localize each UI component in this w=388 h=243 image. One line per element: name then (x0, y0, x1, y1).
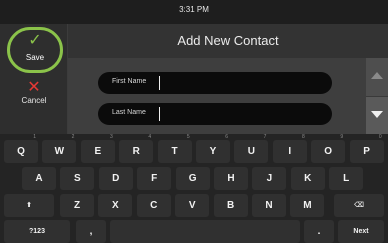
key-e-label: E (94, 146, 102, 157)
comma-key-label: , (89, 226, 93, 237)
checkmark-icon: ✓ (28, 32, 42, 49)
key-w-hint: 2 (71, 134, 75, 140)
key-i-hint: 8 (302, 134, 305, 140)
key-t-hint: 5 (186, 134, 190, 140)
key-a[interactable]: A (22, 167, 56, 190)
key-a-label: A (35, 173, 43, 184)
key-u[interactable]: U7 (234, 134, 269, 163)
key-n-label: N (265, 200, 273, 211)
key-e-hint: 3 (110, 134, 113, 140)
key-b[interactable]: B (213, 194, 248, 217)
key-y[interactable]: Y6 (196, 134, 230, 163)
key-u-label: U (247, 146, 255, 157)
first-name-label: First Name (112, 78, 147, 85)
key-n[interactable]: N (252, 194, 286, 217)
key-s-label: S (74, 173, 81, 184)
key-x-label: X (112, 200, 119, 211)
key-c[interactable]: C (136, 194, 171, 217)
key-o-hint: 9 (340, 134, 344, 140)
key-q[interactable]: Q1 (4, 134, 38, 163)
status-bar: 3:31 PM (0, 0, 388, 24)
arrow-down-icon (371, 111, 383, 118)
key-m[interactable]: M (290, 194, 325, 217)
key-w[interactable]: W2 (42, 134, 77, 163)
arrow-up-icon (371, 72, 383, 79)
key-y-label: Y (209, 146, 217, 157)
scroll-up-button[interactable] (366, 58, 388, 96)
text-cursor (159, 76, 160, 90)
page-title: Add New Contact (177, 33, 279, 48)
key-r-label: R (132, 146, 140, 157)
status-time: 3:31 PM (179, 5, 209, 14)
key-r[interactable]: R4 (119, 134, 154, 163)
on-screen-keyboard: Q 1 W 2 E 3 R 4 T 5 Y 6 U 7 I 8 O 9 P 0 A S D F G H J K L ⬆ Z X C V B N M ⌫ ?1… (0, 134, 388, 243)
key-v-label: V (188, 200, 196, 211)
symbols-key-label: ?123 (29, 228, 45, 235)
key-h[interactable]: H (214, 167, 248, 190)
save-label: Save (25, 53, 45, 62)
key-j[interactable]: J (252, 167, 287, 190)
next-key[interactable]: Next (338, 220, 384, 243)
next-key-label: Next (353, 228, 369, 235)
key-e[interactable]: E3 (80, 134, 115, 163)
key-h-label: H (227, 173, 235, 184)
text-cursor (159, 107, 160, 121)
key-b-label: B (226, 200, 235, 211)
key-z[interactable]: Z (60, 194, 94, 217)
key-o[interactable]: O9 (311, 134, 346, 163)
key-l-label: L (343, 173, 350, 184)
key-c-label: C (150, 200, 158, 211)
key-i-label: I (288, 146, 292, 157)
form-scrollbar (366, 58, 388, 134)
backspace-key-label: ⌫ (354, 202, 364, 209)
key-v[interactable]: V (175, 194, 210, 217)
key-g-label: G (188, 173, 197, 184)
key-d-label: D (112, 173, 120, 184)
key-f[interactable]: F (137, 167, 172, 190)
key-o-label: O (324, 146, 333, 157)
cancel-label: Cancel (21, 96, 47, 105)
backspace-key[interactable]: ⌫ (334, 194, 384, 217)
scroll-down-button[interactable] (366, 96, 388, 134)
key-j-label: J (266, 173, 273, 184)
close-icon: ✕ (27, 79, 41, 96)
key-q-hint: 1 (33, 134, 36, 140)
key-p-hint: 0 (378, 134, 382, 140)
key-t-label: T (171, 146, 178, 157)
shift-key[interactable]: ⬆ (4, 194, 54, 217)
key-i[interactable]: I8 (272, 134, 307, 163)
last-name-label: Last Name (112, 109, 146, 116)
page-header: Add New Contact (68, 24, 388, 58)
space-key[interactable] (110, 220, 300, 243)
first-name-field[interactable]: First Name (98, 72, 332, 94)
key-k[interactable]: K (290, 167, 325, 190)
key-l[interactable]: L (329, 167, 364, 190)
key-p[interactable]: P0 (349, 134, 384, 163)
cancel-button[interactable]: ✕ Cancel (2, 80, 66, 120)
save-button[interactable]: ✓ Save (7, 27, 63, 73)
key-x[interactable]: X (98, 194, 133, 217)
contact-form: First Name Last Name (68, 58, 366, 134)
key-g[interactable]: G (175, 167, 210, 190)
key-r-hint: 4 (148, 134, 152, 140)
key-z-label: Z (73, 200, 81, 211)
key-t[interactable]: T5 (157, 134, 192, 163)
key-m-label: M (303, 200, 312, 211)
key-q-label: Q (17, 146, 25, 157)
key-f-label: F (151, 173, 158, 184)
shift-key-label: ⬆ (26, 202, 32, 209)
key-w-label: W (54, 146, 65, 157)
key-d[interactable]: D (98, 167, 133, 190)
last-name-field[interactable]: Last Name (98, 103, 332, 125)
period-key[interactable]: . (304, 220, 334, 243)
key-k-label: K (304, 173, 312, 184)
key-u-hint: 7 (263, 134, 267, 140)
key-p-label: P (363, 146, 370, 157)
symbols-key[interactable]: ?123 (4, 220, 70, 243)
key-s[interactable]: S (60, 167, 95, 190)
comma-key[interactable]: , (76, 220, 106, 243)
key-y-hint: 6 (225, 134, 228, 140)
period-key-label: . (317, 226, 321, 237)
